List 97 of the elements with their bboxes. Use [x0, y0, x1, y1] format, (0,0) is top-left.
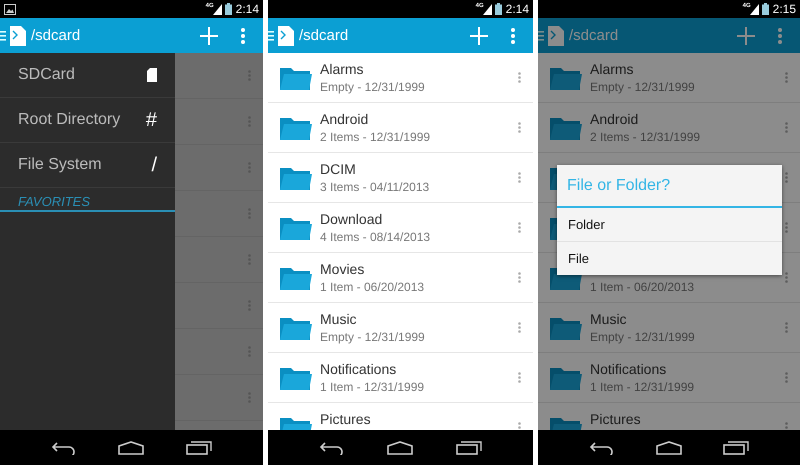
more-icon[interactable]: [518, 322, 521, 333]
folder-details: 4 Items - 08/14/2013: [320, 230, 432, 244]
path-title: /sdcard: [299, 27, 348, 44]
folder-details: Empty - 12/31/1999: [320, 80, 426, 94]
folder-icon: [280, 215, 312, 240]
home-icon[interactable]: [387, 440, 414, 454]
folder-name: Pictures: [590, 411, 642, 427]
more-icon[interactable]: [241, 28, 245, 44]
battery-icon: [494, 3, 502, 15]
menu-icon[interactable]: [538, 30, 545, 42]
folder-name: Alarms: [320, 61, 365, 77]
folder-row[interactable]: Movies 1 Item - 06/20/2013: [268, 253, 533, 303]
dialog-option[interactable]: File: [557, 241, 782, 275]
add-icon[interactable]: [200, 26, 218, 44]
folder-details: Empty - 12/31/1999: [320, 330, 426, 344]
folder-icon: [280, 265, 312, 290]
folder-icon: [550, 315, 582, 340]
folder-icon: [280, 115, 312, 140]
more-icon[interactable]: [785, 372, 788, 383]
sd-card-icon: [147, 68, 157, 82]
folder-name: Notifications: [320, 361, 398, 377]
add-icon[interactable]: [470, 26, 488, 44]
folder-icon: [550, 115, 582, 140]
folder-name: Alarms: [590, 61, 635, 77]
folder-details: 3 Items - 04/11/2013: [320, 180, 430, 194]
folder-name: Android: [590, 111, 640, 127]
folder-name: Notifications: [590, 361, 668, 377]
more-icon[interactable]: [785, 122, 788, 133]
path-title: /sdcard: [569, 27, 618, 44]
drawer-symbol: #: [146, 108, 157, 132]
folder-name: Download: [320, 211, 384, 227]
folder-details: 1 Item - 06/20/2013: [320, 280, 426, 294]
more-icon[interactable]: [518, 422, 521, 430]
signal-icon: [212, 4, 222, 14]
folder-details: 1 Item - 12/31/1999: [320, 380, 426, 394]
folder-row[interactable]: Notifications 1 Item - 12/31/1999: [268, 353, 533, 403]
folder-icon: [280, 315, 312, 340]
more-icon[interactable]: [511, 28, 515, 44]
menu-icon[interactable]: [268, 30, 275, 42]
more-icon[interactable]: [518, 272, 521, 283]
folder-name: Music: [320, 311, 358, 327]
folder-icon: [550, 65, 582, 90]
more-icon[interactable]: [785, 72, 788, 83]
folder-details: 2 Items - 12/31/1999: [320, 130, 432, 144]
folder-row[interactable]: Pictures: [268, 403, 533, 430]
folder-icon: [280, 365, 312, 390]
folder-icon: [280, 165, 312, 190]
home-icon[interactable]: [656, 440, 682, 454]
more-icon[interactable]: [518, 122, 521, 133]
back-icon[interactable]: [319, 440, 346, 454]
folder-name: Android: [320, 111, 370, 127]
path-title: /sdcard: [31, 27, 80, 44]
folder-row[interactable]: DCIM 3 Items - 04/11/2013: [268, 153, 533, 203]
folder-details: 2 Items - 12/31/1999: [590, 130, 702, 144]
dialog-option[interactable]: Folder: [557, 208, 782, 241]
signal-icon: [750, 4, 759, 14]
recents-icon[interactable]: [723, 440, 750, 454]
more-icon[interactable]: [785, 272, 788, 283]
signal-icon: [482, 4, 492, 14]
folder-name: Music: [590, 311, 628, 327]
menu-icon[interactable]: [0, 30, 7, 42]
app-icon: [10, 26, 26, 46]
folder-row[interactable]: Music Empty - 12/31/1999: [268, 303, 533, 353]
app-icon: [548, 26, 564, 46]
folder-row[interactable]: Android 2 Items - 12/31/1999: [268, 103, 533, 153]
home-icon[interactable]: [118, 440, 144, 454]
more-icon[interactable]: [518, 72, 521, 83]
drawer-symbol: /: [151, 154, 157, 176]
folder-row[interactable]: Download 4 Items - 08/14/2013: [268, 203, 533, 253]
recents-icon[interactable]: [456, 440, 482, 454]
dialog-title: File or Folder?: [557, 165, 782, 208]
more-icon[interactable]: [778, 28, 782, 44]
recents-icon[interactable]: [186, 440, 212, 454]
app-icon: [278, 26, 294, 46]
add-icon[interactable]: [737, 26, 755, 44]
folder-details: 1 Item - 12/31/1999: [590, 380, 696, 394]
folder-name: Movies: [320, 261, 366, 277]
back-icon[interactable]: [588, 440, 615, 454]
status-time: 2:14: [236, 2, 259, 16]
folder-details: Empty - 12/31/1999: [590, 330, 696, 344]
folder-name: Pictures: [320, 411, 372, 427]
more-icon[interactable]: [518, 222, 521, 233]
status-time: 2:14: [506, 2, 529, 16]
back-icon[interactable]: [50, 440, 77, 454]
folder-icon: [280, 65, 312, 90]
folder-details: Empty - 12/31/1999: [590, 80, 696, 94]
more-icon[interactable]: [518, 172, 521, 183]
folder-row[interactable]: Alarms Empty - 12/31/1999: [268, 53, 533, 103]
battery-icon: [224, 3, 232, 15]
folder-icon: [550, 365, 582, 390]
more-icon[interactable]: [518, 372, 521, 383]
more-icon[interactable]: [785, 322, 788, 333]
folder-name: DCIM: [320, 161, 357, 177]
status-time: 2:15: [772, 2, 796, 16]
folder-details: 1 Item - 06/20/2013: [590, 280, 696, 294]
battery-icon: [762, 3, 769, 15]
more-icon[interactable]: [785, 422, 788, 430]
